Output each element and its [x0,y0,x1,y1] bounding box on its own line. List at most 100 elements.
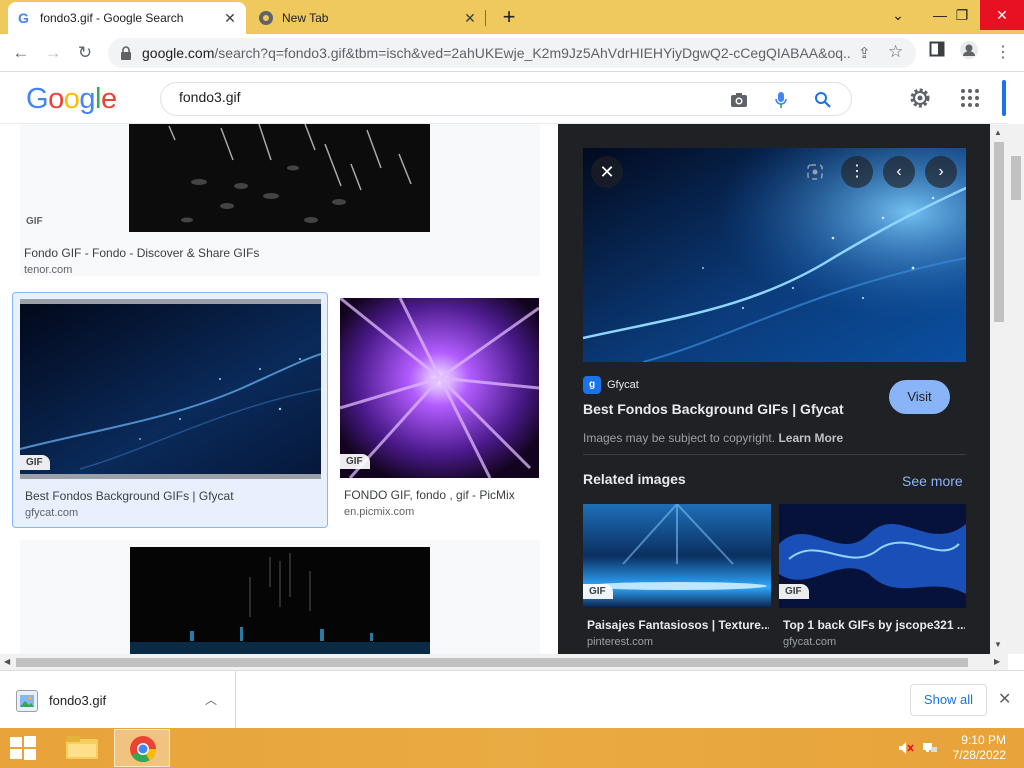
chrome-favicon-icon [259,11,273,25]
google-logo[interactable]: Google [26,83,117,116]
google-favicon-icon: G [18,10,29,26]
camera-icon[interactable] [729,90,749,110]
divider [583,454,966,455]
system-clock[interactable]: 9:10 PM 7/28/2022 [950,733,1006,763]
preview-title[interactable]: Best Fondos Background GIFs | Gfycat [583,401,844,417]
result-source[interactable]: gfycat.com [25,507,78,519]
related-title[interactable]: Paisajes Fantasiosos | Texture... [587,618,769,632]
address-bar[interactable]: google.com/search?q=fondo3.gif&tbm=isch&… [108,38,916,68]
chevron-up-icon[interactable]: ︿ [205,691,217,708]
show-all-button[interactable]: Show all [910,684,987,716]
settings-gear-icon[interactable] [908,86,932,110]
result-card-gfycat-selected[interactable]: GIF Best Fondos Background GIFs | Gfycat… [12,292,328,528]
preview-source-name: Gfycat [607,379,639,391]
bookmark-star-icon[interactable]: ☆ [888,42,903,62]
result-thumbnail[interactable] [129,124,430,232]
tab-google-search[interactable]: G fondo3.gif - Google Search ✕ [8,2,246,34]
scroll-up-icon[interactable]: ▲ [994,128,1002,137]
learn-more-link[interactable]: Learn More [778,431,843,445]
previous-image-icon[interactable]: ‹ [883,156,915,188]
reload-icon[interactable]: ↻ [72,40,98,66]
result-title[interactable]: Fondo GIF - Fondo - Discover & Share GIF… [24,246,259,260]
restore-button[interactable]: ❐ [940,0,984,30]
apps-grid-icon[interactable] [958,86,982,110]
google-header: Google [0,72,1008,124]
result-thumbnail[interactable] [130,547,430,654]
close-preview-icon[interactable]: ✕ [591,156,623,188]
scroll-down-icon[interactable]: ▼ [994,640,1002,649]
tab-title: New Tab [282,11,329,25]
preview-scrollbar[interactable]: ▲ ▼ [990,124,1008,654]
gif-badge: GIF [583,584,613,599]
related-title[interactable]: Top 1 back GIFs by jscope321 ... [783,618,965,632]
image-file-icon [16,690,38,712]
new-tab-button[interactable]: + [496,5,522,31]
download-item[interactable]: fondo3.gif ︿ [0,671,236,729]
related-images-heading: Related images [583,471,686,487]
file-explorer-icon[interactable] [54,729,110,767]
result-title[interactable]: FONDO GIF, fondo , gif - PicMix [344,488,515,502]
windows-taskbar: 9:10 PM 7/28/2022 [0,728,1024,768]
browser-toolbar: ← → ↻ google.com/search?q=fondo3.gif&tbm… [0,34,1024,72]
window-close-button[interactable]: ✕ [980,0,1024,30]
browser-titlebar: G fondo3.gif - Google Search ✕ New Tab ✕… [0,0,1024,34]
svg-text:G: G [18,10,29,26]
result-title[interactable]: Best Fondos Background GIFs | Gfycat [25,489,234,503]
horizontal-scrollbar[interactable]: ◀ ▶ [0,654,1008,670]
result-card-picmix[interactable]: GIF FONDO GIF, fondo , gif - PicMix en.p… [340,298,540,524]
profile-avatar-icon[interactable] [956,40,982,66]
side-panel-icon[interactable] [924,40,950,66]
search-input[interactable] [179,89,699,105]
microphone-icon[interactable] [771,90,791,110]
image-preview-panel: ✕ ⋮ ‹ › g Gfycat Best Fondos Background … [558,124,990,654]
back-arrow-icon[interactable]: ← [8,40,34,66]
result-source[interactable]: en.picmix.com [344,506,414,518]
related-source[interactable]: pinterest.com [587,636,653,648]
scroll-left-icon[interactable]: ◀ [4,657,10,666]
scroll-right-icon[interactable]: ▶ [994,657,1000,666]
gif-badge: GIF [26,216,43,227]
result-thumbnail[interactable] [20,299,321,479]
share-icon[interactable]: ⇪ [858,44,871,62]
windows-start-icon[interactable] [8,735,38,761]
see-more-link[interactable]: See more [902,473,963,489]
result-card-tenor[interactable]: GIF Fondo GIF - Fondo - Discover & Share… [20,124,540,276]
copyright-notice: Images may be subject to copyright. Lear… [583,431,844,445]
forward-arrow-icon[interactable]: → [40,40,66,66]
tab-search-chevron-icon[interactable]: ⌄ [876,0,920,30]
tab-close-icon[interactable]: ✕ [462,10,478,27]
search-icon[interactable] [813,90,833,110]
result-thumbnail[interactable] [340,298,539,478]
visit-button[interactable]: Visit [889,380,950,414]
next-image-icon[interactable]: › [925,156,957,188]
tab-close-icon[interactable]: ✕ [222,10,238,27]
network-icon[interactable] [922,741,938,755]
search-box [160,82,852,116]
lens-search-icon[interactable] [799,156,831,188]
download-bar: fondo3.gif ︿ Show all ✕ [0,670,1024,729]
gif-badge: GIF [779,584,809,599]
tab-new-tab[interactable]: New Tab ✕ [250,2,486,34]
account-indicator [1002,80,1006,116]
chrome-menu-icon[interactable]: ⋮ [990,40,1016,66]
gif-badge: GIF [20,455,50,470]
preview-source[interactable]: g Gfycat [583,376,639,394]
scrollbar-thumb[interactable] [994,142,1004,322]
close-download-bar-icon[interactable]: ✕ [998,689,1011,709]
related-source[interactable]: gfycat.com [783,636,836,648]
speaker-muted-icon[interactable] [898,741,914,755]
gfycat-favicon-icon: g [583,376,601,394]
chrome-taskbar-icon[interactable] [114,729,170,767]
url-text: google.com/search?q=fondo3.gif&tbm=isch&… [142,45,852,61]
download-file-name: fondo3.gif [49,693,107,708]
result-card-partial[interactable] [20,540,540,654]
more-options-icon[interactable]: ⋮ [841,156,873,188]
clock-date: 7/28/2022 [952,748,1006,762]
scrollbar-thumb[interactable] [16,658,968,667]
clock-time: 9:10 PM [961,733,1006,747]
page-scrollbar[interactable] [1008,124,1024,654]
gif-badge: GIF [340,454,370,469]
scrollbar-thumb[interactable] [1011,156,1021,200]
result-source[interactable]: tenor.com [24,264,72,276]
tab-title: fondo3.gif - Google Search [40,11,184,25]
